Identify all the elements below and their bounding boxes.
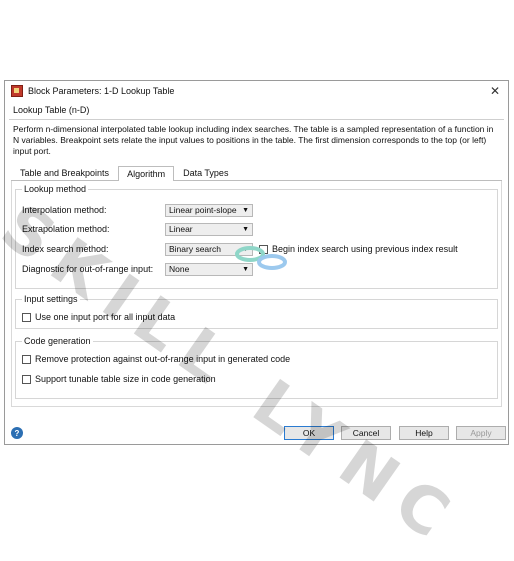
code-generation-title: Code generation	[22, 336, 93, 346]
one-input-port-checkbox[interactable]	[22, 312, 31, 322]
divider	[9, 119, 504, 120]
apply-button[interactable]: Apply	[456, 426, 506, 440]
tab-table-and-breakpoints[interactable]: Table and Breakpoints	[11, 165, 118, 180]
block-type-label: Lookup Table (n-D)	[13, 105, 90, 115]
begin-index-option: Begin index search using previous index …	[259, 244, 458, 254]
tab-data-types[interactable]: Data Types	[174, 165, 237, 180]
tab-algorithm[interactable]: Algorithm	[118, 166, 175, 181]
chevron-down-icon: ▼	[242, 225, 249, 233]
remove-protection-checkbox[interactable]	[22, 354, 31, 364]
cancel-button[interactable]: Cancel	[341, 426, 391, 440]
extrapolation-row: Extrapolation method: Linear ▼	[22, 222, 253, 236]
lookup-method-title: Lookup method	[22, 184, 89, 194]
diagnostic-value: None	[169, 264, 190, 274]
one-input-port-label: Use one input port for all input data	[35, 312, 176, 322]
block-parameters-dialog: Block Parameters: 1-D Lookup Table ✕ Loo…	[4, 80, 509, 445]
diagnostic-row: Diagnostic for out-of-range input: None …	[22, 262, 253, 276]
interpolation-row: Interpolation method: Linear point-slope…	[22, 203, 253, 217]
index-search-label: Index search method:	[22, 244, 109, 254]
extrapolation-value: Linear	[169, 224, 193, 234]
tunable-size-checkbox[interactable]	[22, 374, 31, 384]
remove-protection-row: Remove protection against out-of-range i…	[22, 352, 290, 366]
diagnostic-label: Diagnostic for out-of-range input:	[22, 264, 154, 274]
index-search-row: Index search method: Binary search ▼ Beg…	[22, 242, 458, 256]
index-search-select[interactable]: Binary search ▼	[165, 242, 253, 256]
begin-index-label: Begin index search using previous index …	[272, 244, 458, 254]
help-icon[interactable]: ?	[11, 427, 23, 439]
window-title: Block Parameters: 1-D Lookup Table	[28, 86, 175, 96]
algorithm-panel: Lookup method Interpolation method: Line…	[11, 181, 502, 407]
interpolation-label: Interpolation method:	[22, 205, 107, 215]
ok-button[interactable]: OK	[284, 426, 334, 440]
interpolation-select[interactable]: Linear point-slope ▼	[165, 203, 253, 217]
close-icon[interactable]: ✕	[488, 84, 502, 98]
one-input-port-row: Use one input port for all input data	[22, 310, 175, 324]
simulink-block-icon	[11, 85, 23, 97]
index-search-value: Binary search	[169, 244, 221, 254]
begin-index-checkbox[interactable]	[259, 244, 268, 254]
chevron-down-icon: ▼	[242, 245, 249, 253]
code-generation-group: Code generation Remove protection agains…	[15, 336, 498, 399]
tunable-size-row: Support tunable table size in code gener…	[22, 372, 216, 386]
help-button[interactable]: Help	[399, 426, 449, 440]
chevron-down-icon: ▼	[242, 206, 249, 214]
interpolation-value: Linear point-slope	[169, 205, 237, 215]
extrapolation-select[interactable]: Linear ▼	[165, 222, 253, 236]
chevron-down-icon: ▼	[242, 265, 249, 273]
extrapolation-label: Extrapolation method:	[22, 224, 110, 234]
input-settings-group: Input settings Use one input port for al…	[15, 294, 498, 329]
remove-protection-label: Remove protection against out-of-range i…	[35, 354, 291, 364]
title-bar: Block Parameters: 1-D Lookup Table ✕	[5, 81, 508, 101]
input-settings-title: Input settings	[22, 294, 80, 304]
lookup-method-group: Lookup method Interpolation method: Line…	[15, 184, 498, 289]
block-description: Perform n-dimensional interpolated table…	[13, 124, 494, 156]
tunable-size-label: Support tunable table size in code gener…	[35, 374, 216, 384]
dialog-footer: ? OK Cancel Help Apply	[5, 422, 508, 444]
tab-bar: Table and Breakpoints Algorithm Data Typ…	[11, 165, 502, 181]
diagnostic-select[interactable]: None ▼	[165, 262, 253, 276]
